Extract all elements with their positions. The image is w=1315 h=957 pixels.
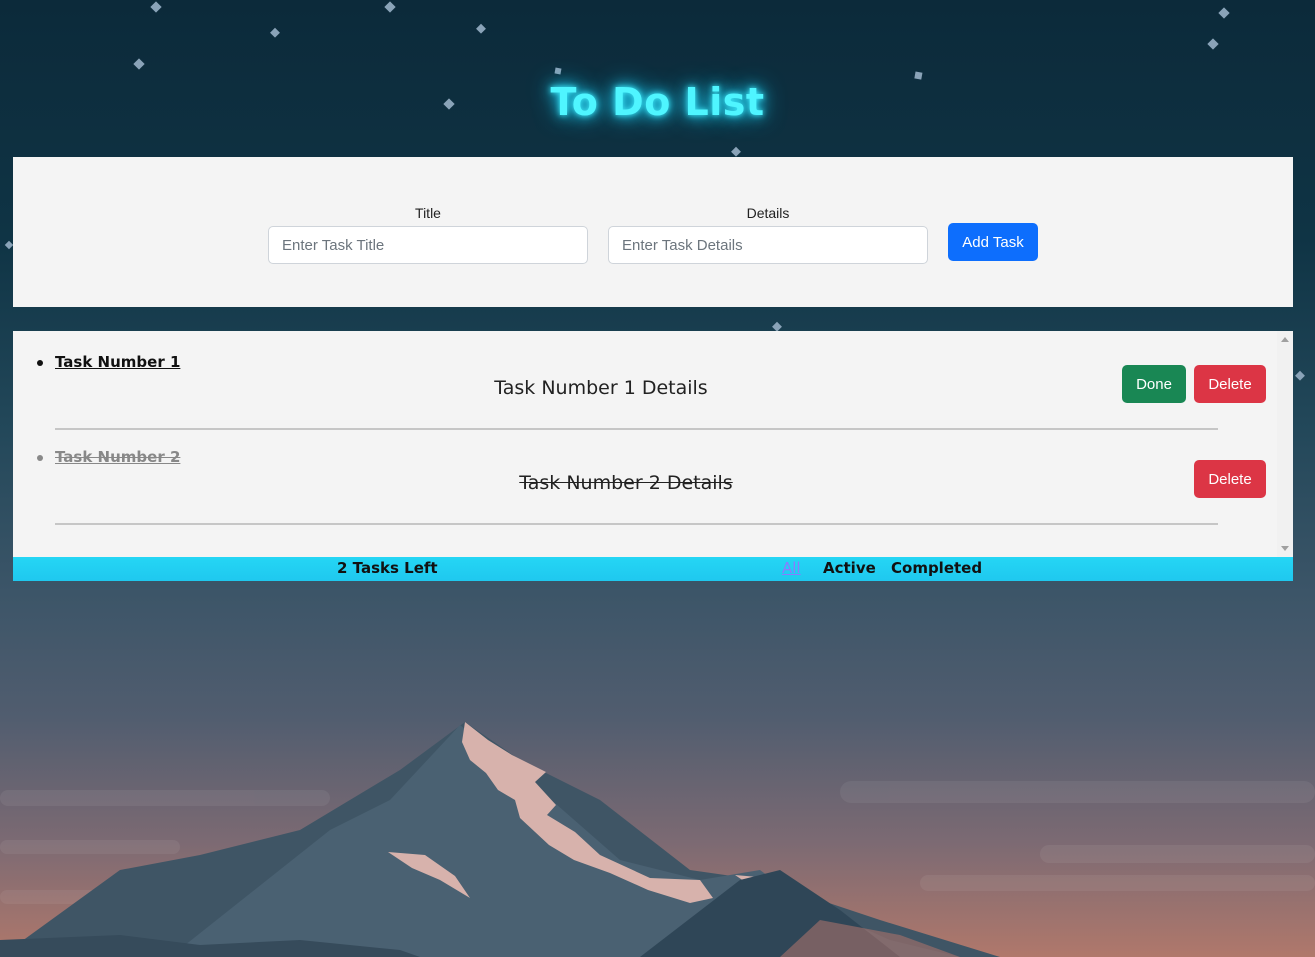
scrollbar[interactable] <box>1277 331 1293 557</box>
filter-all[interactable]: All <box>782 559 801 577</box>
task-title: Task Number 2 <box>55 448 181 466</box>
app-page: To Do List Title Details Add Task Task N… <box>0 0 1315 957</box>
list-item: Task Number 1 Task Number 1 Details Done… <box>13 341 1275 436</box>
title-input[interactable] <box>268 226 588 264</box>
divider <box>55 428 1218 430</box>
delete-button[interactable]: Delete <box>1194 460 1266 498</box>
details-input[interactable] <box>608 226 928 264</box>
title-field: Title <box>268 204 588 264</box>
details-field: Details <box>608 204 928 264</box>
add-task-form: Title Details Add Task <box>13 157 1293 307</box>
task-details: Task Number 1 Details <box>494 377 708 399</box>
add-task-button[interactable]: Add Task <box>948 223 1038 261</box>
scroll-up-icon[interactable] <box>1281 337 1289 342</box>
task-list: Task Number 1 Task Number 1 Details Done… <box>13 331 1293 557</box>
scroll-down-icon[interactable] <box>1281 546 1289 551</box>
filter-active[interactable]: Active <box>823 559 876 577</box>
tasks-left-count: 2 Tasks Left <box>337 559 438 577</box>
delete-button[interactable]: Delete <box>1194 365 1266 403</box>
list-item: Task Number 2 Task Number 2 Details Dele… <box>13 436 1275 531</box>
task-details: Task Number 2 Details <box>519 472 733 494</box>
filter-completed[interactable]: Completed <box>891 559 982 577</box>
bullet-icon <box>37 360 43 366</box>
title-label: Title <box>415 205 441 221</box>
task-title: Task Number 1 <box>55 353 181 371</box>
done-button[interactable]: Done <box>1122 365 1186 403</box>
bullet-icon <box>37 455 43 461</box>
status-bar: 2 Tasks Left All Active Completed <box>13 557 1293 581</box>
divider <box>55 523 1218 525</box>
details-label: Details <box>746 205 790 221</box>
page-title: To Do List <box>550 80 765 124</box>
